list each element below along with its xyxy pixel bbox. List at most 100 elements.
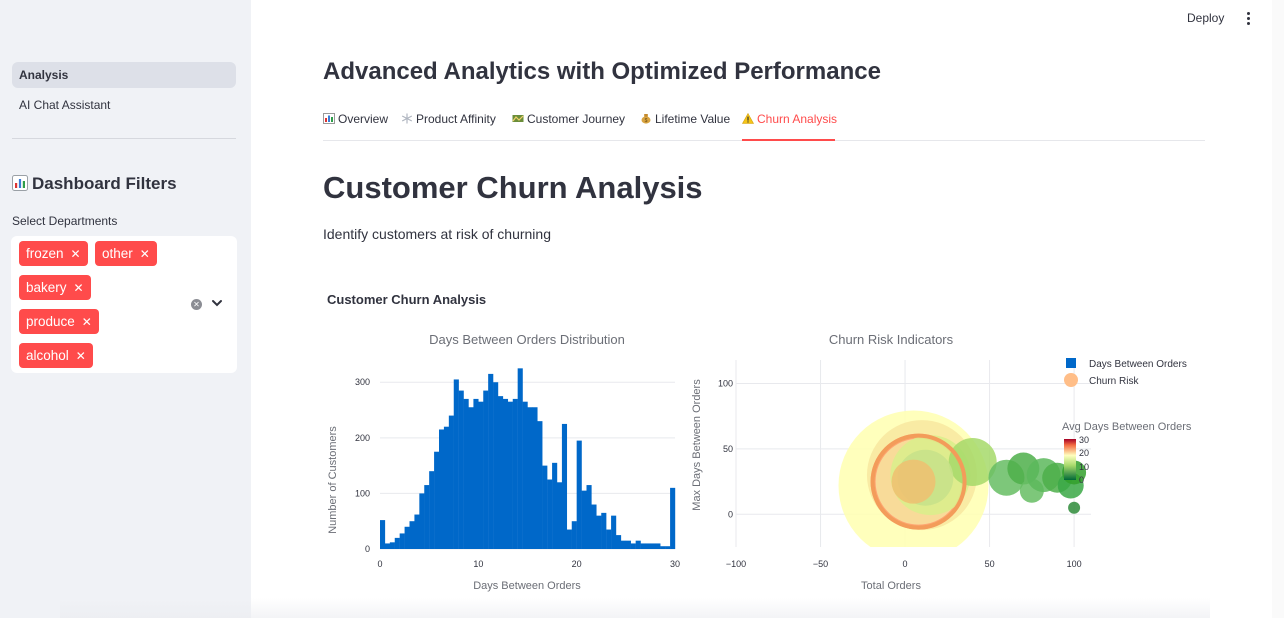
chip-bakery[interactable]: bakery ✕ bbox=[19, 275, 91, 300]
histogram-bar[interactable] bbox=[591, 504, 597, 549]
histogram-bar[interactable] bbox=[596, 515, 602, 549]
tab-churn-analysis[interactable]: Churn Analysis bbox=[742, 112, 837, 126]
histogram-bar[interactable] bbox=[670, 487, 676, 549]
histogram-bar[interactable] bbox=[586, 485, 592, 549]
tab-overview[interactable]: Overview bbox=[323, 112, 388, 126]
tab-label: Product Affinity bbox=[416, 112, 496, 126]
histogram-bar[interactable] bbox=[458, 390, 464, 549]
histogram-bar[interactable] bbox=[665, 546, 671, 549]
histogram-bar[interactable] bbox=[483, 390, 489, 549]
histogram-bar[interactable] bbox=[660, 546, 666, 549]
tab-product-affinity[interactable]: Product Affinity bbox=[401, 112, 496, 126]
chip-frozen[interactable]: frozen ✕ bbox=[19, 241, 88, 266]
histogram-bar[interactable] bbox=[527, 407, 533, 549]
tab-customer-journey[interactable]: Customer Journey bbox=[512, 112, 625, 126]
scrollbar[interactable] bbox=[1272, 0, 1284, 618]
clear-all-icon[interactable]: ✕ bbox=[191, 299, 202, 310]
remove-icon[interactable]: ✕ bbox=[140, 247, 150, 261]
histogram-bar[interactable] bbox=[557, 482, 563, 549]
histogram-bar[interactable] bbox=[389, 542, 395, 549]
histogram-bar[interactable] bbox=[507, 401, 513, 549]
chart-legend[interactable]: Days Between Orders Churn Risk bbox=[1064, 358, 1187, 387]
sidebar-item-ai-chat-assistant[interactable]: AI Chat Assistant bbox=[12, 92, 236, 118]
page-title: Advanced Analytics with Optimized Perfor… bbox=[323, 58, 881, 85]
svg-text:$: $ bbox=[645, 118, 648, 124]
histogram-bar[interactable] bbox=[537, 421, 543, 549]
histogram-bar[interactable] bbox=[384, 543, 391, 549]
histogram-bar[interactable] bbox=[611, 515, 617, 549]
histogram-bar[interactable] bbox=[468, 407, 474, 549]
histogram-bar[interactable] bbox=[522, 401, 528, 549]
histogram-bar[interactable] bbox=[616, 535, 622, 549]
histogram-bar[interactable] bbox=[399, 533, 405, 549]
histogram-bar[interactable] bbox=[434, 451, 440, 549]
x-tick-label: −50 bbox=[813, 559, 828, 569]
histogram-bar[interactable] bbox=[404, 526, 410, 549]
histogram-bar[interactable] bbox=[566, 529, 572, 549]
histogram-bar[interactable] bbox=[498, 396, 504, 549]
histogram-bar[interactable] bbox=[380, 520, 386, 549]
department-multiselect[interactable]: frozen ✕ other ✕ bakery ✕ produce ✕ alcohol ✕… bbox=[11, 236, 237, 373]
histogram-bar[interactable] bbox=[601, 512, 607, 549]
deploy-button[interactable]: Deploy bbox=[1187, 11, 1224, 25]
chip-produce[interactable]: produce ✕ bbox=[19, 309, 99, 334]
churn-bubble[interactable] bbox=[891, 459, 936, 504]
histogram-bar[interactable] bbox=[517, 368, 523, 549]
chevron-down-icon[interactable] bbox=[210, 296, 224, 310]
histogram-bar[interactable] bbox=[488, 373, 494, 549]
histogram-bar[interactable] bbox=[394, 537, 400, 549]
histogram-bar[interactable] bbox=[655, 543, 661, 549]
histogram-bar[interactable] bbox=[429, 471, 435, 549]
histogram-bar[interactable] bbox=[650, 543, 656, 549]
histogram-bar[interactable] bbox=[473, 398, 479, 549]
histogram-bar[interactable] bbox=[419, 493, 425, 549]
sidebar-item-analysis[interactable]: Analysis bbox=[12, 62, 236, 88]
main-menu-icon[interactable] bbox=[1243, 11, 1253, 27]
legend-item-churn-risk[interactable]: Churn Risk bbox=[1089, 376, 1139, 387]
histogram-bar[interactable] bbox=[414, 514, 420, 549]
legend-item-days-between-orders[interactable]: Days Between Orders bbox=[1089, 359, 1187, 370]
histogram-bar[interactable] bbox=[542, 465, 548, 549]
remove-icon[interactable]: ✕ bbox=[76, 349, 86, 363]
tab-lifetime-value[interactable]: $ Lifetime Value bbox=[640, 112, 730, 126]
remove-icon[interactable]: ✕ bbox=[82, 315, 92, 329]
map-icon bbox=[512, 115, 524, 122]
histogram-bar[interactable] bbox=[552, 462, 558, 549]
histogram-bar[interactable] bbox=[409, 521, 415, 549]
chip-other[interactable]: other ✕ bbox=[95, 241, 157, 266]
histogram-bar[interactable] bbox=[620, 540, 627, 549]
histogram-bar[interactable] bbox=[443, 426, 450, 549]
histogram-bar[interactable] bbox=[463, 398, 469, 549]
histogram-bar[interactable] bbox=[424, 485, 430, 549]
histogram-bar[interactable] bbox=[645, 543, 651, 549]
bar-chart-icon bbox=[12, 175, 28, 191]
churn-risk-chart[interactable]: Churn Risk Indicators 050100−100 −50 0 50 10… bbox=[686, 325, 1206, 600]
histogram-bar[interactable] bbox=[512, 398, 518, 549]
histogram-bar[interactable] bbox=[606, 529, 612, 549]
histogram-bar[interactable] bbox=[561, 423, 568, 549]
y-tick-label: 300 bbox=[355, 377, 370, 387]
colorbar-title: Avg Days Between Orders bbox=[1062, 421, 1192, 433]
remove-icon[interactable]: ✕ bbox=[71, 247, 81, 261]
histogram-bar[interactable] bbox=[478, 401, 484, 549]
histogram-bar[interactable] bbox=[625, 540, 631, 549]
histogram-bar[interactable] bbox=[576, 440, 582, 549]
remove-icon[interactable]: ✕ bbox=[74, 281, 84, 295]
histogram-bar[interactable] bbox=[640, 543, 646, 549]
histogram-bar[interactable] bbox=[635, 540, 641, 549]
histogram-bar[interactable] bbox=[581, 490, 587, 549]
churn-bubble[interactable] bbox=[1068, 501, 1081, 514]
chip-alcohol[interactable]: alcohol ✕ bbox=[19, 343, 93, 368]
sidebar: Analysis AI Chat Assistant Dashboard Fil… bbox=[0, 0, 251, 618]
histogram-bar[interactable] bbox=[439, 429, 445, 549]
histogram-bar[interactable] bbox=[448, 415, 454, 549]
x-tick-label: −100 bbox=[726, 559, 746, 569]
histogram-bar[interactable] bbox=[453, 379, 459, 549]
histogram-bar[interactable] bbox=[630, 543, 636, 549]
histogram-bar[interactable] bbox=[571, 521, 577, 549]
histogram-chart[interactable]: Days Between Orders Distribution 0100200… bbox=[320, 325, 690, 600]
histogram-bar[interactable] bbox=[547, 479, 553, 549]
histogram-bar[interactable] bbox=[493, 382, 499, 549]
histogram-bar[interactable] bbox=[502, 398, 509, 549]
histogram-bar[interactable] bbox=[532, 407, 538, 549]
